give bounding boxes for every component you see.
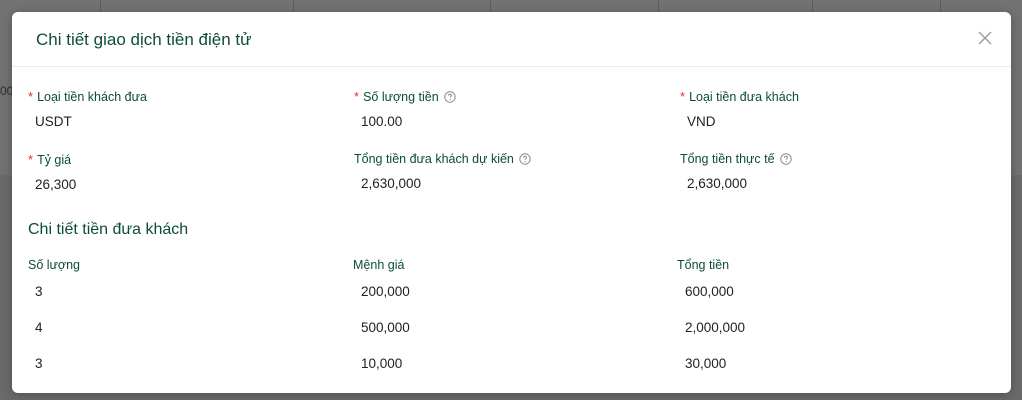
field-rate: * Tỷ giá 26,300 — [28, 152, 76, 192]
field-customer-currency: * Loại tiền khách đưa USDT — [28, 89, 147, 129]
help-icon[interactable] — [519, 153, 531, 165]
payout-currency-label: Loại tiền đưa khách — [689, 89, 799, 104]
column-header-denomination: Mệnh giá — [353, 258, 405, 272]
actual-total-value: 2,630,000 — [687, 176, 748, 191]
crypto-transaction-modal: Chi tiết giao dịch tiền điện tử * Loại t… — [12, 12, 1011, 393]
row-3-total: 30,000 — [685, 356, 727, 371]
expected-total-label: Tổng tiền đưa khách dự kiến — [354, 152, 514, 166]
rate-label: Tỷ giá — [37, 152, 72, 167]
row-2-denomination: 500,000 — [361, 320, 410, 335]
close-icon — [978, 31, 992, 45]
help-icon[interactable] — [779, 153, 792, 165]
breakdown-title: Chi tiết tiền đưa khách — [28, 221, 189, 238]
customer-currency-value: USDT — [35, 114, 72, 129]
required-asterisk: * — [28, 89, 34, 104]
close-button[interactable] — [977, 30, 993, 46]
required-asterisk: * — [680, 89, 686, 104]
field-expected-total: Tổng tiền đưa khách dự kiến 2,630,000 — [354, 152, 531, 191]
payout-currency-value: VND — [687, 114, 716, 129]
column-header-total: Tổng tiền — [677, 258, 730, 272]
actual-total-label: Tổng tiền thực tế — [680, 152, 775, 166]
rate-value: 26,300 — [35, 177, 77, 192]
field-payout-currency: * Loại tiền đưa khách VND — [680, 89, 799, 129]
modal-title: Chi tiết giao dịch tiền điện tử — [36, 30, 252, 49]
amount-value: 100.00 — [361, 114, 403, 129]
amount-label: Số lượng tiền — [363, 89, 439, 104]
row-3-denomination: 10,000 — [361, 356, 403, 371]
help-icon[interactable] — [444, 90, 456, 103]
customer-currency-label: Loại tiền khách đưa — [37, 89, 147, 104]
modal-header: Chi tiết giao dịch tiền điện tử — [12, 12, 1011, 67]
row-1-denomination: 200,000 — [361, 284, 410, 299]
required-asterisk: * — [28, 152, 34, 167]
row-2-total: 2,000,000 — [685, 320, 746, 335]
row-2-quantity: 4 — [35, 320, 43, 335]
row-1-total: 600,000 — [685, 284, 734, 299]
field-actual-total: Tổng tiền thực tế 2,630,000 — [680, 152, 792, 191]
required-asterisk: * — [354, 89, 360, 104]
field-amount: * Số lượng tiền 100.00 — [354, 89, 456, 129]
row-3-quantity: 3 — [35, 356, 43, 371]
row-1-quantity: 3 — [35, 284, 43, 299]
column-header-quantity: Số lượng — [28, 258, 81, 272]
expected-total-value: 2,630,000 — [361, 176, 422, 191]
